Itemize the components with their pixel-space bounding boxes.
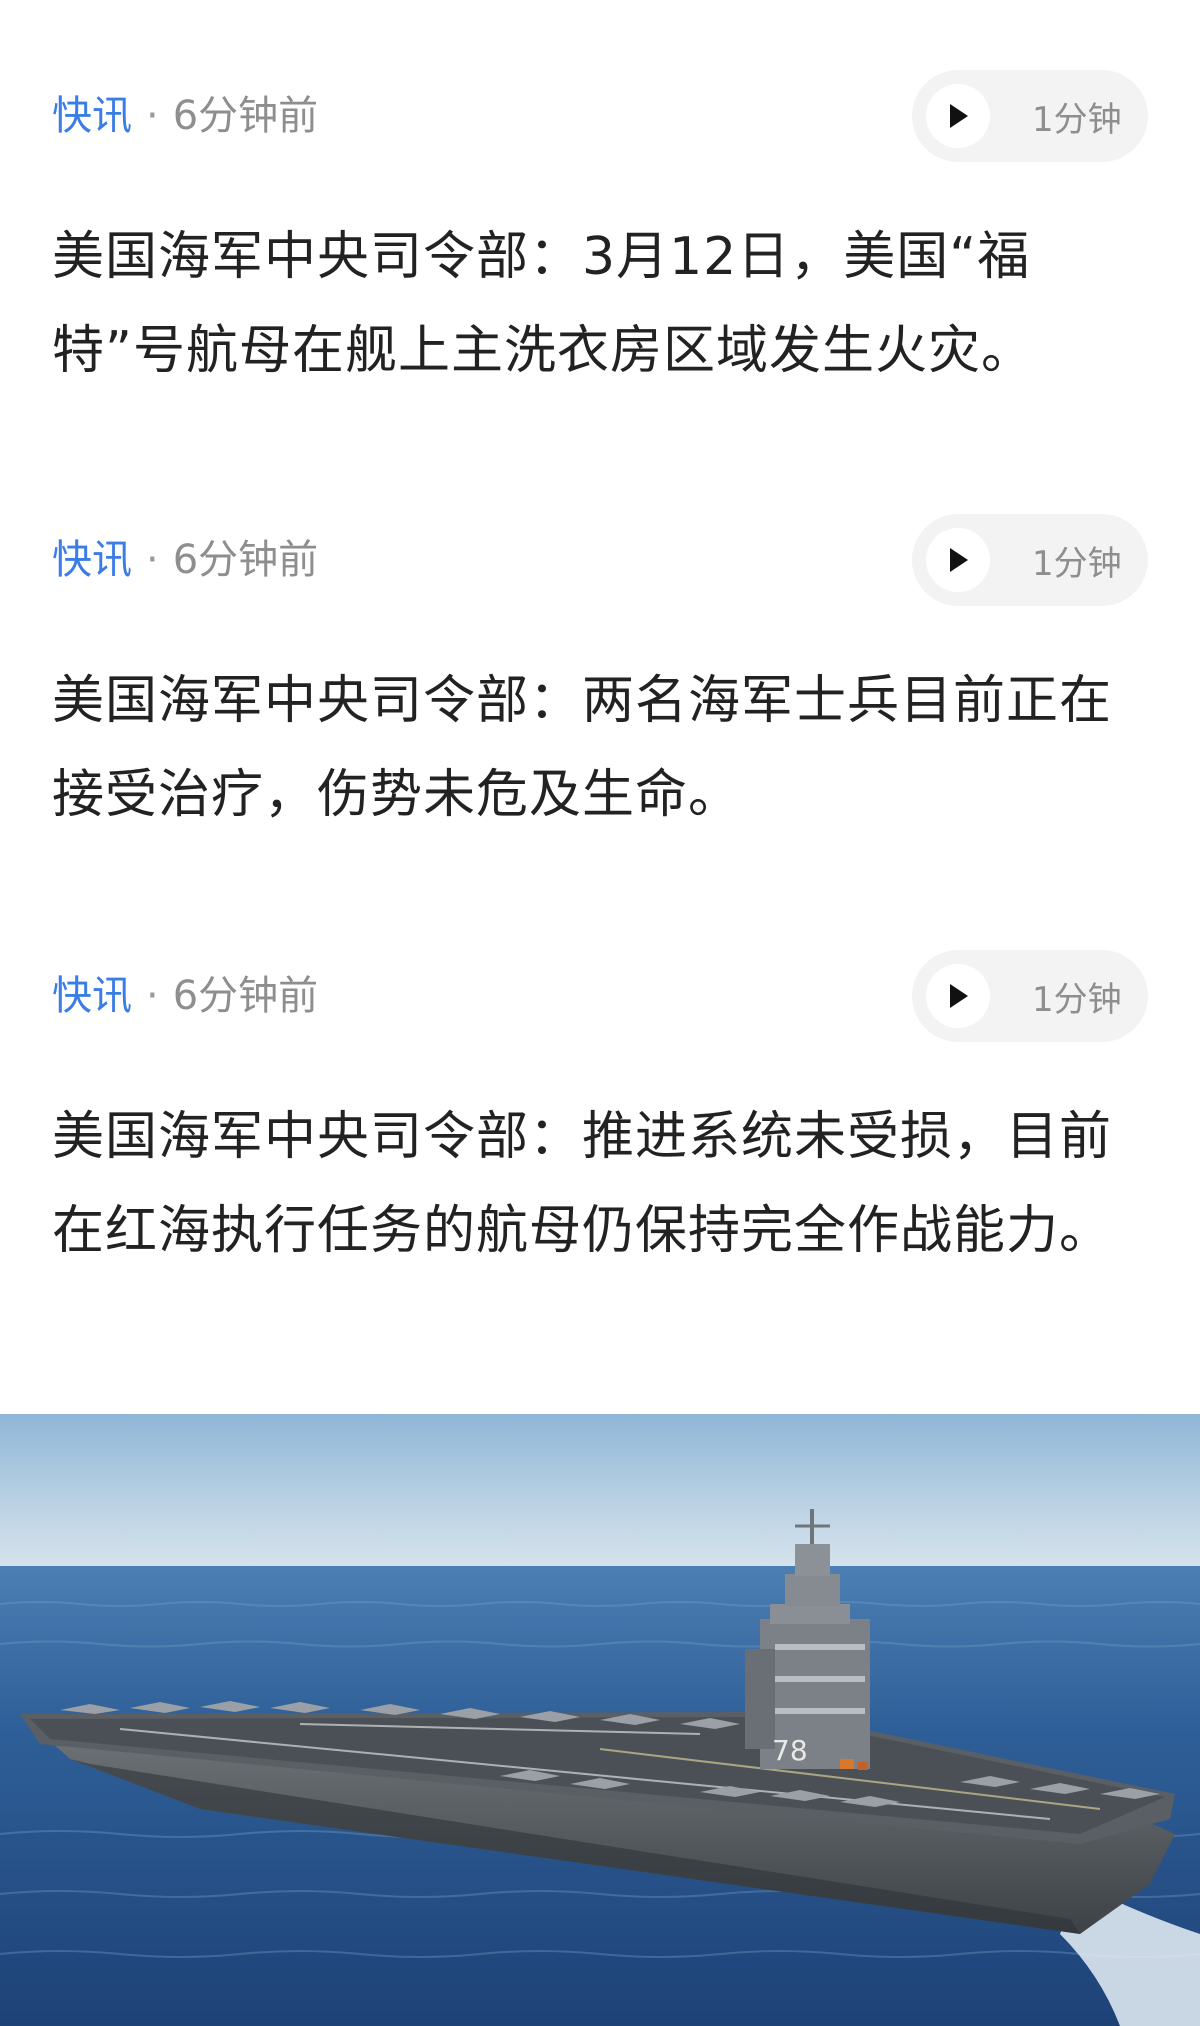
category-tag[interactable]: 快讯 [52,540,132,580]
hull-number: 78 [772,1734,808,1767]
news-text[interactable]: 美国海军中央司令部：3月12日，美国“福特”号航母在舰上主洗衣房区域发生火灾。 [52,210,1152,398]
timestamp: 6分钟前 [172,973,319,1019]
audio-duration: 1分钟 [1032,99,1122,140]
category-tag[interactable]: 快讯 [52,976,132,1016]
meta-row: 快讯 · 6分钟前 1分钟 [52,948,1148,1044]
separator-dot: · [146,537,159,583]
timestamp: 6分钟前 [172,537,319,583]
timestamp: 6分钟前 [172,93,319,139]
news-text[interactable]: 美国海军中央司令部：两名海军士兵目前正在接受治疗，伤势未危及生命。 [52,654,1152,842]
play-icon [926,528,990,592]
listen-button[interactable]: 1分钟 [912,950,1148,1042]
play-icon [926,84,990,148]
separator-dot: · [146,973,159,1019]
meta-row: 快讯 · 6分钟前 1分钟 [52,512,1148,608]
audio-duration: 1分钟 [1032,543,1122,584]
audio-duration: 1分钟 [1032,979,1122,1020]
carrier-photo[interactable]: 78 [0,1414,1200,2026]
news-text[interactable]: 美国海军中央司令部：推进系统未受损，目前在红海执行任务的航母仍保持完全作战能力。 [52,1090,1152,1278]
meta-info: 快讯 · 6分钟前 [52,976,318,1016]
meta-info: 快讯 · 6分钟前 [52,96,318,136]
listen-button[interactable]: 1分钟 [912,514,1148,606]
category-tag[interactable]: 快讯 [52,96,132,136]
separator-dot: · [146,93,159,139]
meta-row: 快讯 · 6分钟前 1分钟 [52,68,1148,164]
listen-button[interactable]: 1分钟 [912,70,1148,162]
play-icon [926,964,990,1028]
meta-info: 快讯 · 6分钟前 [52,540,318,580]
